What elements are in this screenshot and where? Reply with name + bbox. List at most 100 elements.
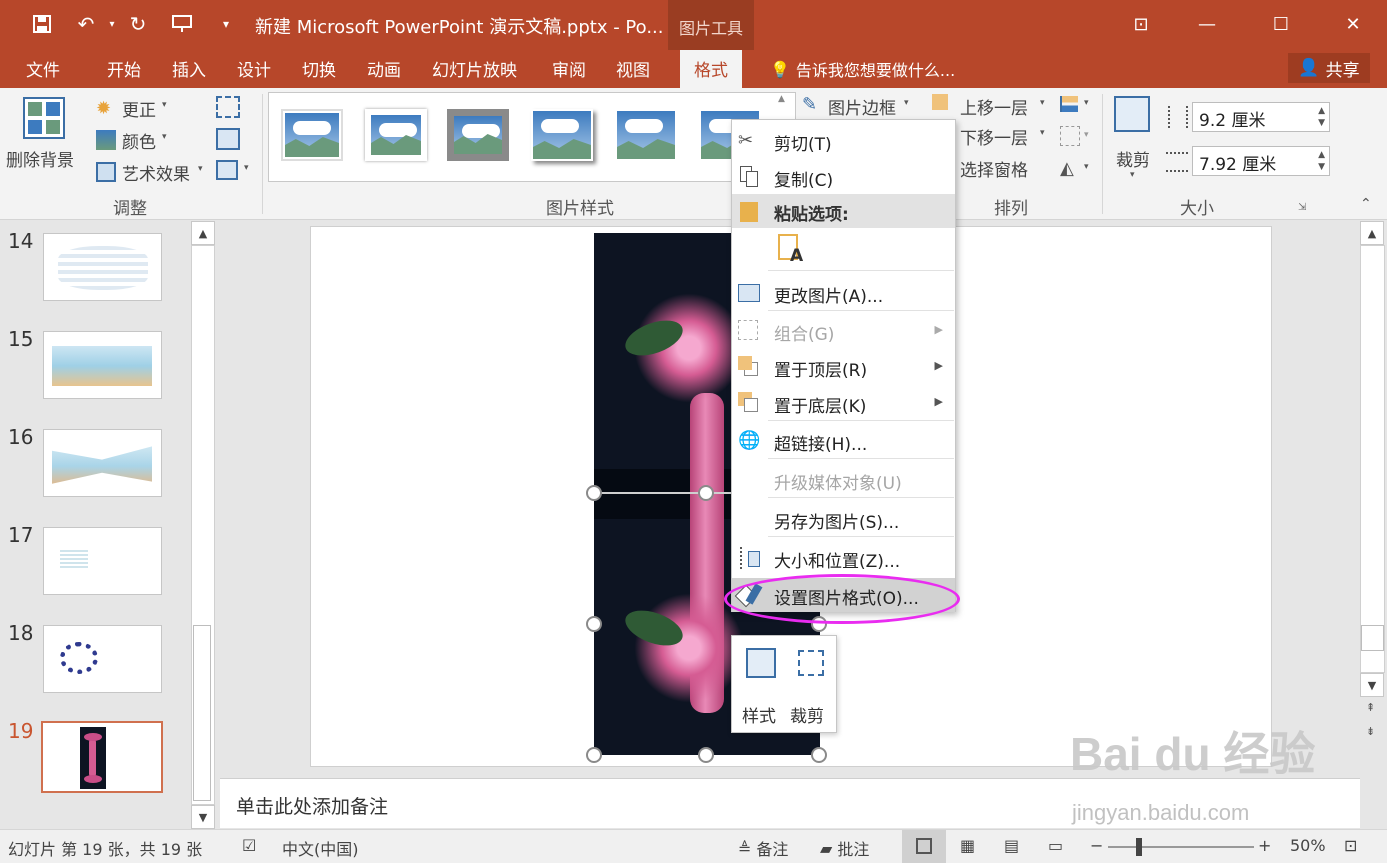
style-thumb[interactable] (281, 109, 343, 161)
slide-thumbnail[interactable] (43, 331, 162, 399)
zoom-level[interactable]: 50% (1290, 836, 1326, 855)
resize-handle[interactable] (586, 485, 602, 501)
tab-file[interactable]: 文件 (26, 56, 60, 84)
style-thumb[interactable] (447, 109, 509, 161)
dropdown-icon: ▾ (198, 164, 203, 174)
scroll-thumb[interactable] (1361, 625, 1384, 651)
tab-format[interactable]: 格式 (680, 50, 742, 88)
tab-review[interactable]: 审阅 (552, 56, 586, 84)
resize-handle[interactable] (586, 747, 602, 763)
minimize-button[interactable]: — (1184, 8, 1230, 40)
remove-background-button[interactable]: 删除背景 (6, 92, 82, 172)
tell-me-box[interactable]: 💡 告诉我您想要做什么... (770, 57, 955, 81)
close-button[interactable]: ✕ (1330, 8, 1376, 40)
present-icon[interactable] (168, 10, 196, 38)
paste-keep-text-only-icon[interactable]: A (776, 232, 804, 266)
resize-handle[interactable] (811, 747, 827, 763)
bring-forward-button[interactable]: 上移一层 ▾ (930, 92, 1054, 119)
fit-to-window-icon[interactable]: ⊡ (1344, 836, 1357, 855)
style-thumb[interactable] (615, 109, 677, 161)
customize-qat-icon[interactable]: ▾ (212, 10, 240, 38)
height-spinner[interactable]: ▲ ▼ (1318, 105, 1325, 129)
style-thumb[interactable] (531, 109, 593, 161)
zoom-out-button[interactable]: − (1090, 836, 1103, 855)
zoom-slider-thumb[interactable] (1136, 838, 1142, 856)
scroll-up-button[interactable]: ▲ (1360, 221, 1384, 245)
undo-icon[interactable]: ↶ (72, 10, 100, 38)
tab-view[interactable]: 视图 (616, 56, 650, 84)
undo-dropdown-icon[interactable]: ▾ (98, 10, 126, 38)
slide-thumbnail[interactable] (43, 527, 162, 595)
menu-separator (768, 536, 954, 537)
slideshow-icon[interactable]: ▭ (1048, 836, 1063, 855)
menu-item-change-picture[interactable]: 更改图片(A)... (732, 276, 955, 310)
zoom-slider[interactable] (1108, 838, 1254, 856)
compress-pictures-icon[interactable] (216, 96, 240, 118)
spellcheck-icon[interactable]: ☑ (242, 836, 256, 855)
notes-button[interactable]: ≜ 备注 (738, 836, 788, 860)
slide-sorter-icon[interactable]: ▦ (960, 836, 975, 855)
gallery-scroll-up[interactable]: ▲ (778, 94, 785, 104)
crop-button[interactable]: 裁剪 ▾ (1110, 94, 1156, 186)
share-button[interactable]: 👤 共享 (1288, 53, 1370, 83)
corrections-button[interactable]: ✹ 更正 ▾ (96, 96, 176, 122)
tab-animations[interactable]: 动画 (367, 56, 401, 84)
tab-insert[interactable]: 插入 (172, 56, 206, 84)
scroll-up-button[interactable]: ▲ (191, 221, 215, 245)
rotate-icon[interactable]: ◭ ▾ (1060, 158, 1092, 180)
slide-thumbnail-active[interactable] (41, 721, 163, 793)
ribbon-tabs: 文件 开始 插入 设计 切换 动画 幻灯片放映 审阅 视图 格式 💡 告诉我您想… (0, 50, 1387, 88)
picture-border-button[interactable]: ✎ 图片边框 ▾ (800, 92, 920, 119)
slide-thumbnail[interactable] (43, 233, 162, 301)
reset-picture-icon[interactable]: ▾ (216, 160, 252, 182)
canvas-scrollbar[interactable]: ▲ ▼ ⇞ ⇟ (1360, 221, 1385, 747)
reading-view-icon[interactable]: ▤ (1004, 836, 1019, 855)
menu-item-save-as-picture[interactable]: 另存为图片(S)... (732, 502, 955, 536)
bring-forward-icon (932, 94, 948, 110)
scroll-track[interactable] (1360, 245, 1385, 673)
color-label: 颜色 (122, 133, 156, 153)
collapse-ribbon-icon[interactable]: ⌃ (1360, 196, 1372, 212)
next-slide-icon[interactable]: ⇟ (1366, 725, 1375, 738)
slide-thumbnail[interactable] (43, 625, 162, 693)
language-indicator[interactable]: 中文(中国) (282, 836, 359, 860)
menu-item-size-and-position[interactable]: 大小和位置(Z)... (732, 541, 955, 575)
normal-view-button[interactable] (902, 830, 946, 863)
scroll-thumb[interactable] (193, 625, 211, 801)
style-button[interactable]: 样式 (740, 644, 784, 727)
thumbnail-scrollbar[interactable]: ▲ ▼ (191, 221, 215, 829)
save-icon[interactable] (28, 10, 56, 38)
tab-design[interactable]: 设计 (237, 56, 271, 84)
tab-slideshow[interactable]: 幻灯片放映 (432, 56, 517, 84)
menu-item-copy[interactable]: 复制(C) (732, 160, 955, 194)
change-picture-icon[interactable] (216, 128, 240, 150)
slide-thumbnail[interactable] (43, 429, 162, 497)
group-objects-icon[interactable]: ▾ (1060, 126, 1092, 148)
scroll-down-button[interactable]: ▼ (191, 805, 215, 829)
resize-handle[interactable] (698, 485, 714, 501)
align-icon[interactable]: ▾ (1060, 96, 1092, 116)
menu-item-cut[interactable]: ✂ 剪切(T) (732, 124, 955, 158)
width-field[interactable]: 7.92 厘米 ▲ ▼ (1192, 146, 1330, 176)
menu-item-bring-to-front[interactable]: 置于顶层(R) ▶ (732, 350, 955, 384)
mini-crop-button[interactable]: 裁剪 (788, 644, 832, 727)
tab-home[interactable]: 开始 (107, 56, 141, 84)
previous-slide-icon[interactable]: ⇞ (1366, 701, 1375, 714)
resize-handle[interactable] (698, 747, 714, 763)
width-spinner[interactable]: ▲ ▼ (1318, 149, 1325, 173)
ribbon-display-options-icon[interactable]: ⊡ (1118, 8, 1164, 40)
artistic-effects-button[interactable]: 艺术效果 ▾ (96, 160, 210, 186)
color-button[interactable]: 颜色 ▾ (96, 128, 176, 154)
comments-button[interactable]: ▰ 批注 (820, 836, 869, 860)
resize-handle[interactable] (586, 616, 602, 632)
zoom-in-button[interactable]: + (1258, 836, 1271, 855)
menu-item-hyperlink[interactable]: 🌐 超链接(H)... (732, 424, 955, 458)
style-thumb[interactable] (365, 109, 427, 161)
redo-icon[interactable]: ↻ (124, 10, 152, 38)
scroll-down-button[interactable]: ▼ (1360, 673, 1384, 697)
tab-transitions[interactable]: 切换 (302, 56, 336, 84)
size-dialog-launcher-icon[interactable]: ⇲ (1298, 202, 1306, 213)
height-field[interactable]: 9.2 厘米 ▲ ▼ (1192, 102, 1330, 132)
menu-item-send-to-back[interactable]: 置于底层(K) ▶ (732, 386, 955, 420)
maximize-button[interactable]: ☐ (1258, 8, 1304, 40)
